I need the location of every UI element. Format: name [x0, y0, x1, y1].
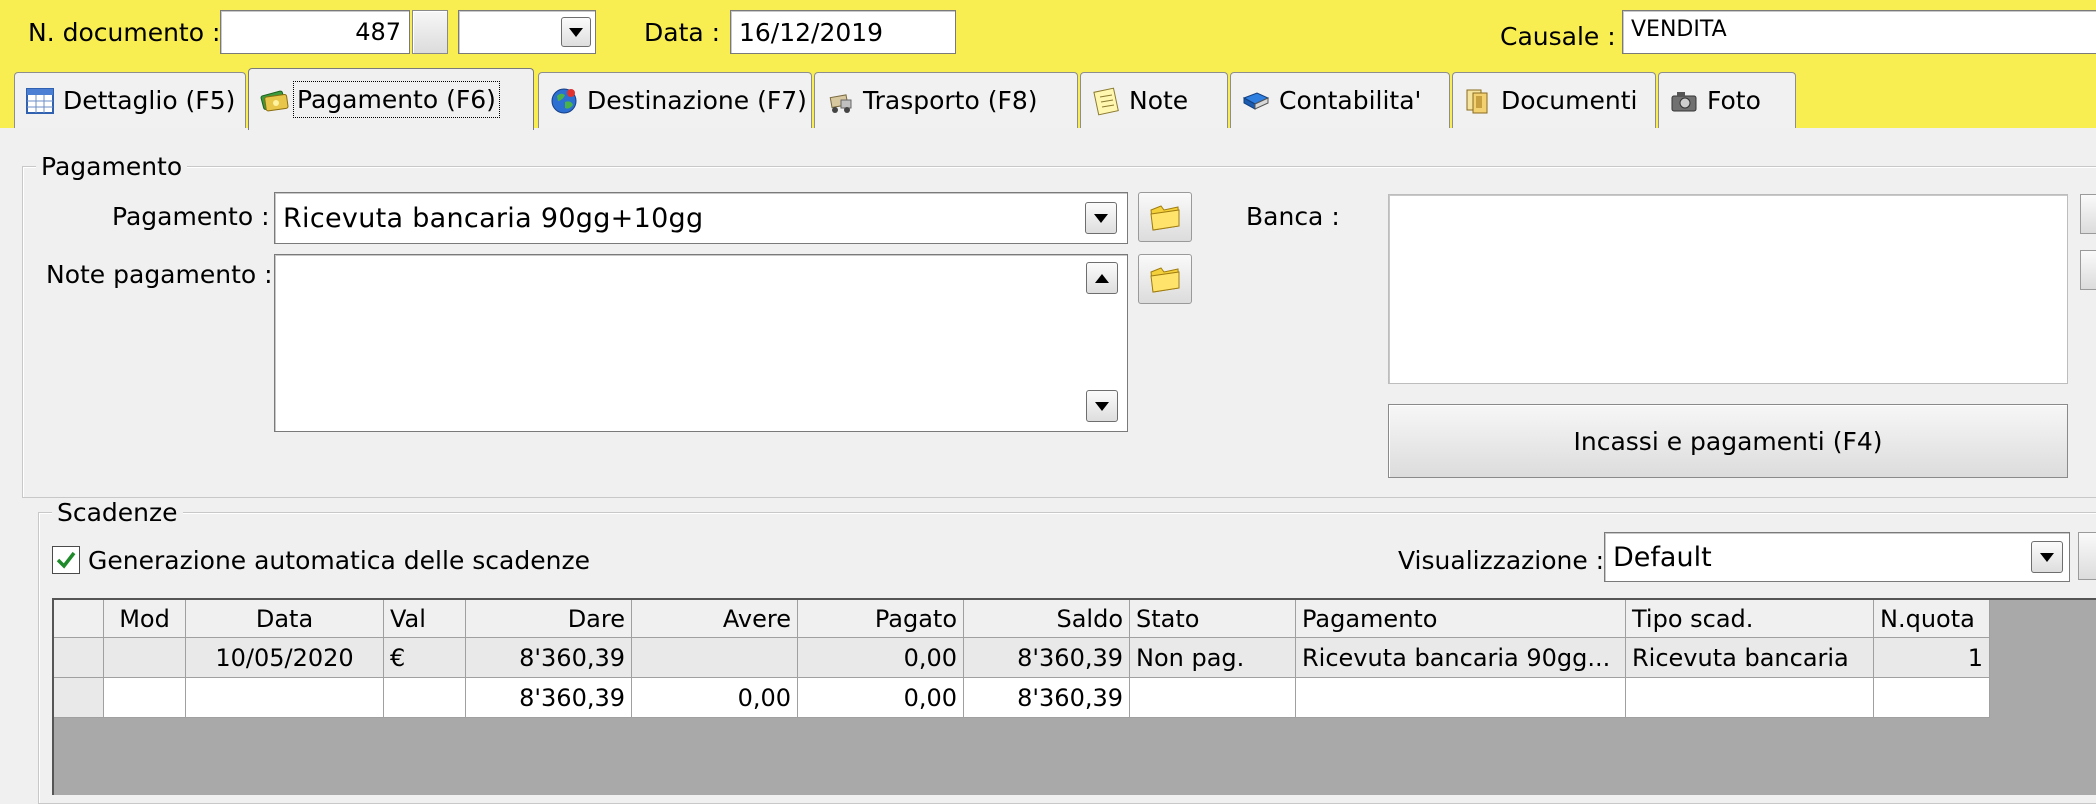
tab-label: Documenti [1501, 86, 1638, 115]
table-cell-dare[interactable]: 8'360,39 [466, 638, 632, 678]
scadenze-grid[interactable]: Mod Data Val Dare Avere Pagato Saldo Sta… [52, 598, 2096, 795]
payment-label: Pagamento : [112, 202, 270, 231]
payment-folder-button[interactable] [1138, 192, 1192, 242]
tab-label: Pagamento (F6) [293, 81, 500, 118]
tab-dettaglio[interactable]: Dettaglio (F5) [14, 72, 246, 128]
payment-notes-textarea[interactable] [274, 254, 1128, 432]
folder-icon [1150, 205, 1180, 231]
notes-folder-button[interactable] [1138, 254, 1192, 304]
table-cell-tipo-scad[interactable] [1626, 678, 1874, 718]
truck-icon [829, 93, 852, 113]
bank-textarea[interactable] [1388, 194, 2068, 384]
checkmark-icon [56, 551, 76, 569]
dropdown-arrow-icon[interactable] [2031, 541, 2063, 573]
doc-number-field[interactable]: 487 [220, 10, 410, 54]
auto-generate-checkbox[interactable] [52, 546, 80, 574]
column-header-pagato[interactable]: Pagato [798, 600, 964, 638]
table-cell-pagato[interactable]: 0,00 [798, 638, 964, 678]
money-icon [260, 90, 289, 111]
tab-label: Foto [1707, 86, 1761, 115]
scroll-up-button[interactable] [1086, 262, 1118, 294]
chevron-down-icon [1095, 401, 1109, 411]
camera-icon [1671, 91, 1697, 111]
scroll-down-button[interactable] [1086, 390, 1118, 422]
folder-icon [1150, 267, 1180, 293]
table-cell-mod[interactable] [104, 678, 186, 718]
table-cell-saldo[interactable]: 8'360,39 [964, 638, 1130, 678]
dropdown-arrow-icon[interactable] [561, 17, 591, 47]
table-cell-mod[interactable] [104, 638, 186, 678]
doc-series-combo[interactable] [458, 10, 596, 54]
incassi-pagamenti-button[interactable]: Incassi e pagamenti (F4) [1388, 404, 2068, 478]
tab-label: Trasporto (F8) [863, 86, 1038, 115]
tab-label: Destinazione (F7) [587, 86, 807, 115]
table-cell-saldo-total[interactable]: 8'360,39 [964, 678, 1130, 718]
scadenze-group-title: Scadenze [52, 500, 183, 525]
tab-label: Dettaglio (F5) [63, 86, 236, 115]
documents-icon [1466, 89, 1488, 113]
table-cell-pagamento[interactable] [1296, 678, 1626, 718]
column-header-stato[interactable]: Stato [1130, 600, 1296, 638]
causale-label: Causale : [1500, 22, 1616, 51]
column-header-tipo-scad[interactable]: Tipo scad. [1626, 600, 1874, 638]
causale-field[interactable]: VENDITA [1622, 10, 2096, 54]
table-cell-avere[interactable] [632, 638, 798, 678]
table-cell-pagamento[interactable]: Ricevuta bancaria 90gg... [1296, 638, 1626, 678]
book-icon [1242, 91, 1270, 110]
column-header-mod[interactable]: Mod [104, 600, 186, 638]
column-header-pagamento[interactable]: Pagamento [1296, 600, 1626, 638]
table-cell-stato[interactable]: Non pag. [1130, 638, 1296, 678]
view-combo[interactable]: Default [1604, 532, 2070, 582]
column-header-n-quota[interactable]: N.quota [1874, 600, 1990, 638]
payment-notes-label: Note pagamento : [46, 260, 273, 289]
doc-number-side-button[interactable] [412, 10, 448, 54]
view-combo-value: Default [1613, 541, 1712, 573]
tab-documenti[interactable]: Documenti [1452, 72, 1656, 128]
tab-foto[interactable]: Foto [1658, 72, 1796, 128]
column-header-val[interactable]: Val [384, 600, 466, 638]
row-selector[interactable] [54, 638, 104, 678]
row-selector[interactable] [54, 678, 104, 718]
date-field[interactable]: 16/12/2019 [730, 10, 956, 54]
auto-generate-label: Generazione automatica delle scadenze [88, 546, 590, 575]
dropdown-arrow-icon[interactable] [1085, 202, 1117, 234]
payment-group-title: Pagamento [36, 154, 188, 179]
table-cell-dare-total[interactable]: 8'360,39 [466, 678, 632, 718]
column-header-data[interactable]: Data [186, 600, 384, 638]
grid-table-icon [26, 87, 54, 114]
chevron-up-icon [1095, 273, 1109, 283]
table-cell-data[interactable]: 10/05/2020 [186, 638, 384, 678]
globe-icon [551, 88, 577, 113]
view-folder-button[interactable] [2078, 532, 2096, 580]
doc-number-label: N. documento : [28, 18, 221, 47]
tab-label: Contabilita' [1279, 86, 1422, 115]
bank-edit-button[interactable] [2080, 250, 2096, 290]
tab-destinazione[interactable]: Destinazione (F7) [538, 72, 812, 128]
table-cell-val[interactable] [384, 678, 466, 718]
column-header-avere[interactable]: Avere [632, 600, 798, 638]
tab-contabilita[interactable]: Contabilita' [1230, 72, 1450, 128]
payment-combo[interactable]: Ricevuta bancaria 90gg+10gg [274, 192, 1128, 244]
column-header-dare[interactable]: Dare [466, 600, 632, 638]
bank-folder-button[interactable] [2080, 194, 2096, 234]
table-cell-n-quota[interactable] [1874, 678, 1990, 718]
table-cell-data[interactable] [186, 678, 384, 718]
view-label: Visualizzazione : [1398, 546, 1605, 575]
table-cell-avere-total[interactable]: 0,00 [632, 678, 798, 718]
bank-label: Banca : [1246, 202, 1340, 231]
table-cell-val[interactable]: € [384, 638, 466, 678]
tab-label: Note [1129, 86, 1189, 115]
notepad-icon [1093, 87, 1119, 115]
table-cell-tipo-scad[interactable]: Ricevuta bancaria [1626, 638, 1874, 678]
tab-trasporto[interactable]: Trasporto (F8) [814, 72, 1078, 128]
table-cell-n-quota[interactable]: 1 [1874, 638, 1990, 678]
payment-combo-value: Ricevuta bancaria 90gg+10gg [283, 202, 704, 234]
column-header-selector[interactable] [54, 600, 104, 638]
tab-note[interactable]: Note [1080, 72, 1228, 128]
table-cell-stato[interactable] [1130, 678, 1296, 718]
tab-pagamento[interactable]: Pagamento (F6) [248, 68, 534, 130]
date-label: Data : [644, 18, 721, 47]
table-cell-pagato-total[interactable]: 0,00 [798, 678, 964, 718]
column-header-saldo[interactable]: Saldo [964, 600, 1130, 638]
